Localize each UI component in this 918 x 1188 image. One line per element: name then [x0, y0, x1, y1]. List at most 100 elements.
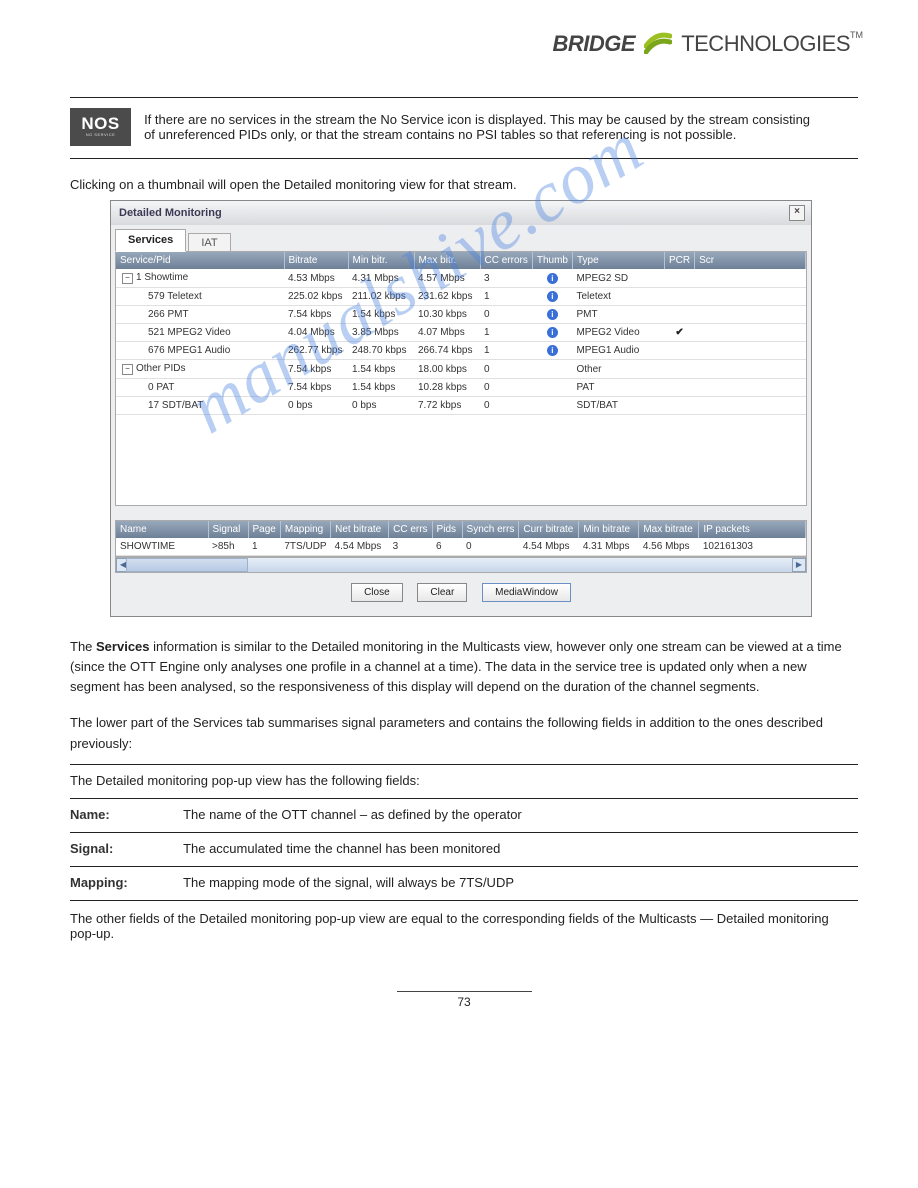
cell-thumb: [532, 360, 572, 379]
paragraph-2: The lower part of the Services tab summa…: [70, 713, 858, 753]
scol-pids[interactable]: Pids: [432, 521, 462, 538]
table-row[interactable]: 17 SDT/BAT0 bps0 bps7.72 kbps0SDT/BAT: [116, 397, 806, 415]
scol-max[interactable]: Max bitrate: [639, 521, 699, 538]
cell-max: 10.28 kbps: [414, 379, 480, 397]
table-row[interactable]: −Other PIDs7.54 kbps1.54 kbps18.00 kbps0…: [116, 360, 806, 379]
row-name: 1 Showtime: [136, 272, 188, 283]
def-term: Signal:: [70, 841, 180, 856]
cell-pcr: ✔: [664, 324, 694, 342]
info-icon[interactable]: i: [547, 327, 558, 338]
cell-scr: [695, 397, 806, 415]
tab-services[interactable]: Services: [115, 229, 186, 252]
table-row[interactable]: 676 MPEG1 Audio262.77 kbps248.70 kbps266…: [116, 342, 806, 360]
separator: [70, 900, 858, 901]
scol-page[interactable]: Page: [248, 521, 280, 538]
cell-cc: 1: [480, 342, 532, 360]
col-scr[interactable]: Scr: [695, 252, 806, 269]
cell-pcr: [664, 269, 694, 288]
col-cc[interactable]: CC errors: [480, 252, 532, 269]
cell-cc: 1: [480, 324, 532, 342]
row-name: Other PIDs: [136, 363, 185, 374]
cell-scr: [695, 342, 806, 360]
scroll-thumb[interactable]: [126, 558, 248, 572]
scol-synch[interactable]: Synch errs: [462, 521, 519, 538]
clear-button[interactable]: Clear: [417, 583, 467, 602]
cell-bitrate: 262.77 kbps: [284, 342, 348, 360]
nos-description: If there are no services in the stream t…: [134, 108, 814, 142]
cell-max: 4.07 Mbps: [414, 324, 480, 342]
table-row[interactable]: −1 Showtime4.53 Mbps4.31 Mbps4.57 Mbps3i…: [116, 269, 806, 288]
window-title: Detailed Monitoring: [119, 207, 222, 219]
button-row: Close Clear MediaWindow: [111, 573, 811, 616]
separator: [70, 97, 858, 98]
cell-pcr: [664, 360, 694, 379]
tabs: Services IAT: [111, 225, 811, 252]
col-type[interactable]: Type: [572, 252, 664, 269]
scroll-right-icon[interactable]: ▶: [792, 558, 806, 572]
cell-type: PAT: [572, 379, 664, 397]
separator: [70, 798, 858, 799]
col-min[interactable]: Min bitr.: [348, 252, 414, 269]
cell-pcr: [664, 306, 694, 324]
cell-min: 211.02 kbps: [348, 288, 414, 306]
info-icon[interactable]: i: [547, 291, 558, 302]
table-row[interactable]: 579 Teletext225.02 kbps211.02 kbps231.62…: [116, 288, 806, 306]
def-intro: The Detailed monitoring pop-up view has …: [70, 773, 858, 788]
summary-row[interactable]: SHOWTIME >85h 1 7TS/UDP 4.54 Mbps 3 6 0 …: [116, 538, 806, 556]
scol-ip[interactable]: IP packets: [699, 521, 806, 538]
cell-pcr: [664, 397, 694, 415]
page-number: 73: [397, 991, 532, 1009]
table-row[interactable]: 0 PAT7.54 kbps1.54 kbps10.28 kbps0PAT: [116, 379, 806, 397]
scol-cc[interactable]: CC errs: [389, 521, 432, 538]
cell-max: 266.74 kbps: [414, 342, 480, 360]
table-row[interactable]: 266 PMT7.54 kbps1.54 kbps10.30 kbps0iPMT: [116, 306, 806, 324]
nos-row: NOS NO SERVICE If there are no services …: [70, 108, 858, 146]
nos-badge: NOS NO SERVICE: [70, 108, 131, 146]
close-button[interactable]: Close: [351, 583, 403, 602]
col-pcr[interactable]: PCR: [664, 252, 694, 269]
nos-label: NOS: [70, 108, 131, 134]
table-row[interactable]: 521 MPEG2 Video4.04 Mbps3.85 Mbps4.07 Mb…: [116, 324, 806, 342]
cell-bitrate: 7.54 kbps: [284, 360, 348, 379]
cell-type: SDT/BAT: [572, 397, 664, 415]
cell-cc: 3: [480, 269, 532, 288]
info-icon[interactable]: i: [547, 345, 558, 356]
tree-toggle-icon[interactable]: −: [122, 364, 133, 375]
tree-toggle-icon[interactable]: −: [122, 273, 133, 284]
info-icon[interactable]: i: [547, 309, 558, 320]
scol-mapping[interactable]: Mapping: [280, 521, 330, 538]
cell-bitrate: 4.04 Mbps: [284, 324, 348, 342]
logo-green-icon: [644, 30, 672, 57]
horizontal-scrollbar[interactable]: ◀ ▶: [115, 557, 807, 573]
def-row-mapping: Mapping: The mapping mode of the signal,…: [70, 875, 858, 890]
cell-thumb: i: [532, 288, 572, 306]
tab-iat[interactable]: IAT: [188, 233, 230, 252]
row-name: 579 Teletext: [148, 291, 202, 302]
col-service[interactable]: Service/Pid: [116, 252, 284, 269]
scell-cc: 3: [389, 538, 432, 556]
scell-max: 4.56 Mbps: [639, 538, 699, 556]
cell-min: 3.85 Mbps: [348, 324, 414, 342]
scol-net[interactable]: Net bitrate: [331, 521, 389, 538]
mediawindow-button[interactable]: MediaWindow: [482, 583, 571, 602]
scell-mapping: 7TS/UDP: [280, 538, 330, 556]
row-name: 266 PMT: [148, 309, 189, 320]
scol-name[interactable]: Name: [116, 521, 208, 538]
col-thumb[interactable]: Thumb: [532, 252, 572, 269]
info-icon[interactable]: i: [547, 273, 558, 284]
col-max[interactable]: Max bitr.: [414, 252, 480, 269]
row-name: 676 MPEG1 Audio: [148, 345, 230, 356]
cell-scr: [695, 360, 806, 379]
col-bitrate[interactable]: Bitrate: [284, 252, 348, 269]
cell-type: MPEG2 SD: [572, 269, 664, 288]
close-icon[interactable]: ×: [789, 205, 805, 221]
scol-signal[interactable]: Signal: [208, 521, 248, 538]
cell-pcr: [664, 342, 694, 360]
scol-curr[interactable]: Curr bitrate: [519, 521, 579, 538]
scol-min[interactable]: Min bitrate: [579, 521, 639, 538]
cell-bitrate: 225.02 kbps: [284, 288, 348, 306]
header-logo: BRIDGE TECHNOLOGIESTM: [70, 30, 863, 57]
cell-thumb: i: [532, 324, 572, 342]
services-grid: Service/Pid Bitrate Min bitr. Max bitr. …: [115, 251, 807, 506]
cell-scr: [695, 269, 806, 288]
